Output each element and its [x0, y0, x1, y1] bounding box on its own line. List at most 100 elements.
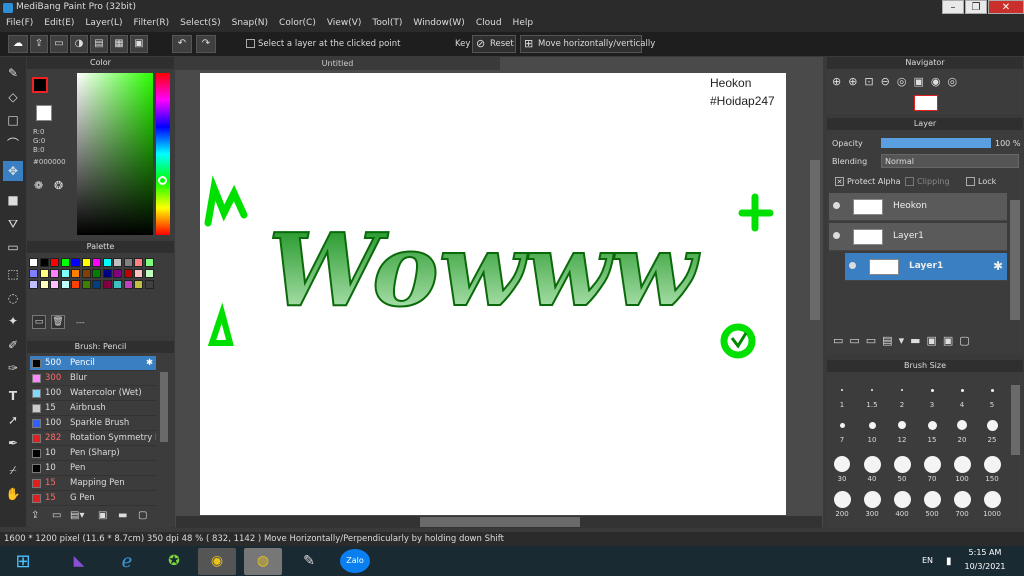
language-indicator[interactable]: EN — [922, 556, 933, 565]
layer-actions[interactable]: ▭▭▭▤▾▬▣▣▢ — [833, 334, 976, 347]
brush-add-icon[interactable]: ▭ — [52, 510, 61, 521]
brush-size-dot[interactable] — [901, 389, 903, 391]
palette-swatch[interactable] — [134, 258, 143, 267]
opacity-slider[interactable] — [881, 138, 991, 148]
palette-swatch[interactable] — [92, 280, 101, 289]
clock-time[interactable]: 5:15 AM — [965, 548, 1005, 557]
menu-window[interactable]: Window(W) — [407, 16, 469, 28]
canvas[interactable]: Heokon #Hoidap247 Wowww — [200, 73, 786, 515]
cloud-icon[interactable]: ☁ — [8, 35, 28, 53]
brush-size-dot[interactable] — [841, 389, 843, 391]
color-settings-icon[interactable]: ❂ — [54, 179, 63, 192]
palette-swatch[interactable] — [123, 280, 133, 289]
brush-size-scrollbar[interactable] — [1011, 385, 1020, 455]
brush-size-dot[interactable] — [871, 389, 873, 391]
menu-file[interactable]: File(F) — [0, 16, 38, 28]
app-green-icon[interactable]: ✪ — [155, 548, 193, 575]
brush-size-dot[interactable] — [833, 490, 851, 508]
operation-icon[interactable]: ➚ — [3, 410, 23, 430]
palette-swatch[interactable] — [102, 258, 112, 267]
foreground-color[interactable] — [32, 77, 48, 93]
palette-swatch[interactable] — [81, 269, 91, 278]
dropper-icon[interactable]: ⌿ — [3, 460, 23, 480]
palette-swatch[interactable] — [113, 258, 122, 267]
brush-size-dot[interactable] — [923, 490, 941, 508]
brush-item[interactable]: 10 Pen — [30, 461, 156, 476]
new-palette-icon[interactable]: ▭ — [32, 315, 46, 329]
lasso-icon[interactable]: ⌒ — [3, 134, 23, 154]
palette-swatch[interactable] — [29, 258, 38, 267]
palette-swatch[interactable] — [102, 280, 112, 289]
comment-icon[interactable]: ▭ — [50, 35, 68, 53]
page-icon[interactable]: ▤ — [90, 35, 108, 53]
hand-icon[interactable]: ✋ — [3, 484, 23, 504]
document-tab[interactable]: Untitled — [175, 57, 500, 70]
palette-swatch[interactable] — [144, 258, 154, 267]
background-color[interactable] — [36, 105, 52, 121]
eyedropper-icon[interactable]: ✒ — [3, 433, 23, 453]
select-icon[interactable]: ⬚ — [3, 264, 23, 284]
palette-swatch[interactable] — [39, 258, 49, 267]
menu-help[interactable]: Help — [507, 16, 539, 28]
horizontal-scrollbar[interactable] — [420, 517, 580, 527]
select-pen-icon[interactable]: ✐ — [3, 335, 23, 355]
clipping-checkbox[interactable] — [905, 177, 914, 186]
brush-item[interactable]: 500 Pencil ✱ — [30, 356, 156, 371]
menu-filter[interactable]: Filter(R) — [128, 16, 175, 28]
brush-size-dot[interactable] — [960, 388, 964, 392]
menu-select[interactable]: Select(S) — [174, 16, 226, 28]
palette-swatch[interactable] — [113, 269, 122, 278]
delete-palette-icon[interactable]: 🗑 — [51, 315, 65, 329]
palette-swatch[interactable] — [29, 280, 38, 289]
brush-scrollbar[interactable] — [160, 372, 168, 442]
palette-swatch[interactable] — [71, 269, 80, 278]
start-icon[interactable]: ⊞ — [4, 548, 42, 575]
zalo-icon[interactable]: Zalo — [340, 549, 370, 573]
brush-size-dot[interactable] — [927, 420, 937, 430]
bucket-icon[interactable]: ⛛ — [3, 214, 23, 234]
palette-swatch[interactable] — [144, 269, 154, 278]
palette-swatch[interactable] — [123, 269, 133, 278]
menu-snap[interactable]: Snap(N) — [226, 16, 273, 28]
brush-size-dot[interactable] — [898, 421, 906, 429]
close-button[interactable]: ✕ — [988, 0, 1024, 14]
brush-size-dot[interactable] — [834, 456, 850, 472]
blending-select[interactable]: Normal — [881, 154, 1019, 168]
layer-scrollbar[interactable] — [1010, 200, 1020, 320]
brush-copy-icon[interactable]: ▣ — [98, 510, 107, 521]
brush-delete-icon[interactable]: ▢ — [138, 510, 147, 521]
palette-swatch[interactable] — [92, 269, 101, 278]
brush-item[interactable]: 10 Pen (Sharp) — [30, 446, 156, 461]
brush-size-dot[interactable] — [863, 490, 881, 508]
palette-swatch[interactable] — [81, 258, 91, 267]
share-icon[interactable]: ◑ — [70, 35, 88, 53]
clock-date[interactable]: 10/3/2021 — [962, 562, 1008, 571]
palette-swatch[interactable] — [60, 280, 70, 289]
palette-swatch[interactable] — [50, 258, 59, 267]
layer-settings-icon[interactable]: ✱ — [993, 259, 1003, 273]
layer-row[interactable]: Heokon — [829, 193, 1007, 221]
vertical-scrollbar[interactable] — [810, 160, 820, 320]
palette-swatch[interactable] — [134, 269, 143, 278]
menu-edit[interactable]: Edit(E) — [38, 16, 79, 28]
brush-size-dot[interactable] — [868, 421, 876, 429]
palette-swatch[interactable] — [39, 269, 49, 278]
paint-icon[interactable]: ✎ — [290, 548, 328, 575]
medibang-icon[interactable]: ◍ — [244, 548, 282, 575]
brush-item[interactable]: 15 Mapping Pen — [30, 476, 156, 491]
reset-button[interactable]: ⊘ Reset — [472, 35, 516, 53]
visibility-icon[interactable] — [833, 232, 840, 239]
palette-swatch[interactable] — [39, 280, 49, 289]
brush-size-dot[interactable] — [893, 490, 911, 508]
gradient-icon[interactable]: ▭ — [3, 237, 23, 257]
color-wheel-icon[interactable]: ❁ — [34, 179, 43, 192]
brush-size-dot[interactable] — [863, 455, 881, 473]
menu-layer[interactable]: Layer(L) — [79, 16, 127, 28]
brush-size-dot[interactable] — [983, 490, 1001, 508]
brush-item[interactable]: 15 G Pen — [30, 491, 156, 506]
visual-studio-icon[interactable]: ◣ — [60, 548, 98, 575]
palette-swatch[interactable] — [29, 269, 38, 278]
palette-swatch[interactable] — [50, 280, 59, 289]
magic-wand-icon[interactable]: ✦ — [3, 311, 23, 331]
layer-row[interactable]: Layer1 ✱ — [845, 253, 1007, 281]
